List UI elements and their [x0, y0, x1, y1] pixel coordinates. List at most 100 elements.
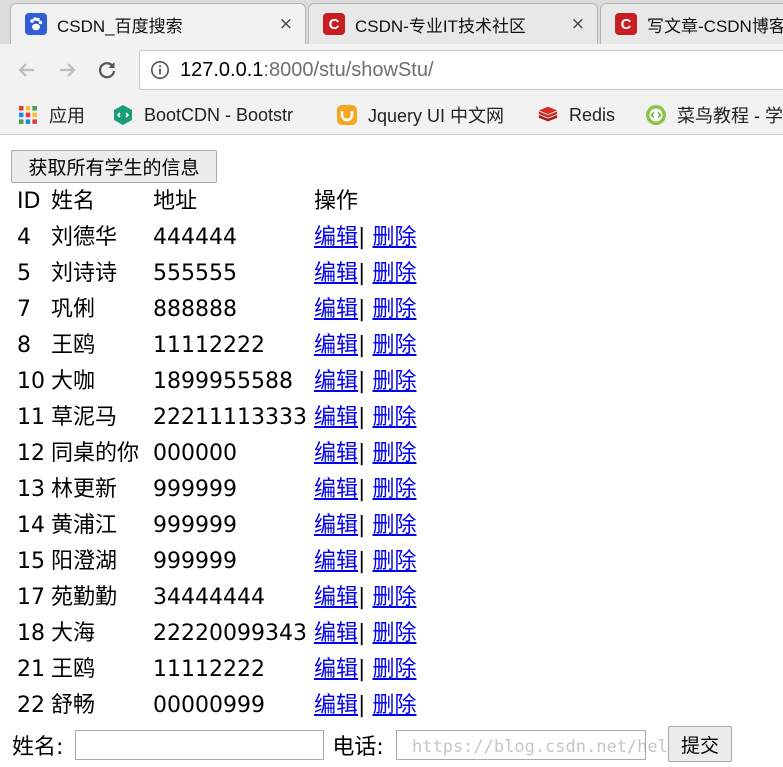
fetch-all-students-button[interactable]: 获取所有学生的信息 [11, 150, 217, 183]
edit-link[interactable]: 编辑 [314, 261, 358, 286]
cell-name: 同桌的你 [51, 441, 140, 466]
table-row: 17 苑勤勤 34444444 编辑| 删除 [14, 580, 416, 616]
action-separator: | [358, 477, 366, 502]
delete-link[interactable]: 删除 [372, 369, 416, 394]
bookmark-apps[interactable]: 应用 [17, 96, 85, 134]
edit-link[interactable]: 编辑 [314, 549, 358, 574]
table-row: 7 巩俐 888888 编辑| 删除 [14, 292, 416, 328]
page-content: 获取所有学生的信息 ID 姓名 地址 操作 4 刘德华 444444 编辑| 删除 5 刘… [0, 135, 783, 767]
cell-address: 22211113333 [153, 405, 307, 430]
cell-address: 00000999 [153, 693, 265, 718]
delete-link[interactable]: 删除 [372, 513, 416, 538]
back-arrow-icon[interactable] [13, 56, 41, 84]
delete-link[interactable]: 删除 [372, 585, 416, 610]
cell-address: 999999 [153, 549, 237, 574]
url-text: 127.0.0.1:8000/stu/showStu/ [180, 59, 434, 82]
cell-actions: 编辑| 删除 [314, 580, 416, 616]
table-row: 13 林更新 999999 编辑| 删除 [14, 472, 416, 508]
cell-address: 11112222 [153, 657, 265, 682]
edit-link[interactable]: 编辑 [314, 333, 358, 358]
name-input[interactable] [75, 730, 325, 760]
cell-id: 7 [17, 297, 31, 322]
cell-actions: 编辑| 删除 [314, 688, 416, 724]
cell-id: 17 [17, 585, 45, 610]
tab-title: CSDN_百度搜索 [57, 16, 183, 36]
tab-csdn-home[interactable]: C CSDN-专业IT技术社区 × [308, 3, 598, 44]
bookmark-jquery-ui[interactable]: Jquery UI 中文网 [336, 96, 504, 134]
table-row: 10 大咖 1899955588 编辑| 删除 [14, 364, 416, 400]
student-rows: 4 刘德华 444444 编辑| 删除 5 刘诗诗 555555 编辑| 删除 7 巩俐 88888… [14, 220, 416, 724]
delete-link[interactable]: 删除 [372, 693, 416, 718]
cell-actions: 编辑| 删除 [314, 400, 416, 436]
delete-link[interactable]: 删除 [372, 657, 416, 682]
cell-name: 刘诗诗 [51, 261, 118, 286]
delete-link[interactable]: 删除 [372, 477, 416, 502]
cell-id: 18 [17, 621, 45, 646]
phone-label: 电话: [332, 735, 384, 760]
delete-link[interactable]: 删除 [372, 261, 416, 286]
jquery-ui-icon [336, 104, 358, 126]
header-address: 地址 [153, 189, 198, 214]
cell-name: 苑勤勤 [51, 585, 118, 610]
forward-arrow-icon[interactable] [53, 56, 81, 84]
header-name: 姓名 [51, 189, 96, 214]
edit-link[interactable]: 编辑 [314, 657, 358, 682]
cell-name: 黄浦江 [51, 513, 118, 538]
info-icon[interactable] [150, 60, 170, 80]
baidu-paw-icon [25, 13, 47, 35]
bookmark-redis[interactable]: Redis [537, 96, 615, 134]
cell-address: 1899955588 [153, 369, 293, 394]
cell-address: 000000 [153, 441, 237, 466]
cell-name: 大海 [51, 621, 96, 646]
edit-link[interactable]: 编辑 [314, 621, 358, 646]
cell-name: 王鸥 [51, 657, 96, 682]
edit-link[interactable]: 编辑 [314, 513, 358, 538]
delete-link[interactable]: 删除 [372, 333, 416, 358]
edit-link[interactable]: 编辑 [314, 297, 358, 322]
edit-link[interactable]: 编辑 [314, 225, 358, 250]
close-tab-icon[interactable]: × [279, 14, 293, 34]
action-separator: | [358, 549, 366, 574]
cell-name: 巩俐 [51, 297, 96, 322]
bookmark-label: Jquery UI 中文网 [368, 106, 505, 126]
bookmark-bootcdn[interactable]: BootCDN - Bootstr [112, 96, 293, 134]
cell-id: 8 [17, 333, 31, 358]
close-tab-icon[interactable]: × [571, 14, 585, 34]
delete-link[interactable]: 删除 [372, 225, 416, 250]
cell-address: 999999 [153, 477, 237, 502]
cell-id: 5 [17, 261, 31, 286]
cell-address: 22220099343 [153, 621, 307, 646]
cell-actions: 编辑| 删除 [314, 292, 416, 328]
delete-link[interactable]: 删除 [372, 441, 416, 466]
edit-link[interactable]: 编辑 [314, 585, 358, 610]
edit-link[interactable]: 编辑 [314, 477, 358, 502]
edit-link[interactable]: 编辑 [314, 405, 358, 430]
reload-icon[interactable] [93, 56, 121, 84]
action-separator: | [358, 225, 366, 250]
action-separator: | [358, 405, 366, 430]
delete-link[interactable]: 删除 [372, 549, 416, 574]
table-row: 4 刘德华 444444 编辑| 删除 [14, 220, 416, 256]
bookmark-runoob[interactable]: 菜鸟教程 - 学 [645, 96, 783, 134]
table-row: 15 阳澄湖 999999 编辑| 删除 [14, 544, 416, 580]
cell-id: 10 [17, 369, 45, 394]
tab-csdn-write[interactable]: C 写文章-CSDN博客 [600, 3, 783, 44]
edit-link[interactable]: 编辑 [314, 369, 358, 394]
action-separator: | [358, 585, 366, 610]
apps-grid-icon [17, 104, 39, 126]
cell-id: 12 [17, 441, 45, 466]
table-row: 22 舒畅 00000999 编辑| 删除 [14, 688, 416, 724]
delete-link[interactable]: 删除 [372, 297, 416, 322]
tab-baidu-search[interactable]: CSDN_百度搜索 × [10, 3, 306, 44]
edit-link[interactable]: 编辑 [314, 693, 358, 718]
delete-link[interactable]: 删除 [372, 405, 416, 430]
delete-link[interactable]: 删除 [372, 621, 416, 646]
cell-address: 444444 [153, 225, 237, 250]
address-bar[interactable]: 127.0.0.1:8000/stu/showStu/ [139, 50, 783, 90]
bootcdn-icon [112, 104, 134, 126]
phone-input[interactable] [395, 730, 646, 760]
cell-address: 888888 [153, 297, 237, 322]
submit-button[interactable]: 提交 [668, 726, 732, 762]
edit-link[interactable]: 编辑 [314, 441, 358, 466]
name-label: 姓名: [12, 735, 64, 760]
